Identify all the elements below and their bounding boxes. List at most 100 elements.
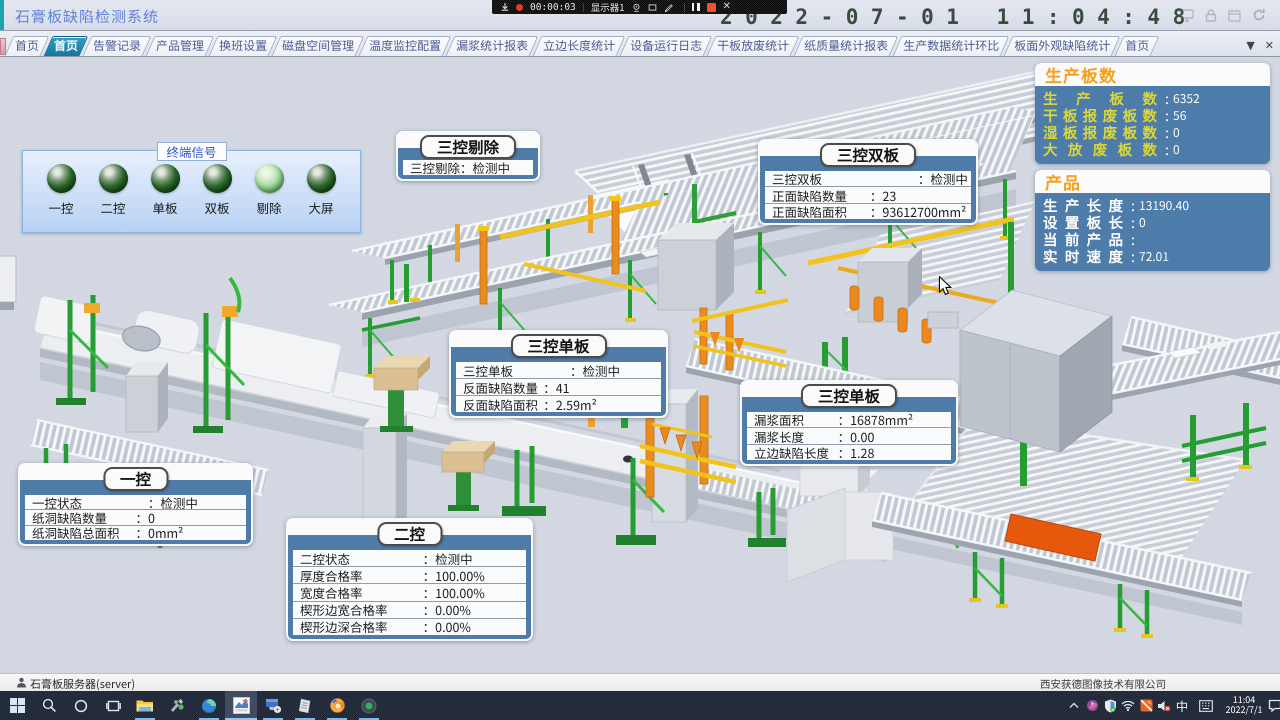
tab-close-icon[interactable]: ✕ (1265, 39, 1274, 52)
row-value: 检测中 (930, 171, 968, 187)
tray-volume[interactable] (1154, 691, 1174, 720)
remote-pc-app-button[interactable] (257, 691, 289, 720)
stats-row: 大放废板数:0 (1043, 141, 1262, 158)
row-label: 宽度合格率 (300, 584, 423, 601)
tray-touch-keyboard[interactable] (1196, 691, 1216, 720)
row-colon: ： (870, 204, 883, 219)
signal-剔除: 剔除 (243, 164, 295, 217)
tab-9[interactable]: 立边长度统计 (537, 36, 621, 56)
signal-orb (307, 164, 336, 193)
row-value: 93612700mm² (882, 204, 966, 219)
recorder-pin-icon[interactable] (501, 3, 509, 11)
row-label: 正面缺陷面积 (772, 204, 870, 219)
row-colon: ： (136, 526, 149, 540)
recorder-pen-icon[interactable] (664, 3, 673, 12)
notepad-app-button[interactable] (289, 691, 321, 720)
tray-color-app[interactable] (1082, 691, 1102, 720)
panel-title: 三控单板 (801, 384, 897, 408)
signal-一控: 一控 (35, 164, 87, 217)
tab-4[interactable]: 产品管理 (150, 36, 210, 56)
tray-expand-chevron[interactable] (1064, 691, 1084, 720)
company-label: 西安获德图像技术有限公司 (1040, 677, 1166, 692)
main-3d-view[interactable]: 终端信号 一控二控单板双板剔除大屏 三控剔除三控剔除：检测中 三控双板三控双板：… (0, 57, 1280, 673)
tool-app-icon (169, 698, 185, 713)
recorder-app-button[interactable] (353, 691, 385, 720)
edge-browser-button[interactable] (193, 691, 225, 720)
recorder-monitor-label[interactable]: 显示器1 (591, 0, 625, 14)
task-view-button[interactable] (97, 691, 129, 720)
tab-1[interactable]: 首页 (9, 36, 45, 56)
tray-network[interactable] (1118, 691, 1138, 720)
tab-2[interactable]: 首页 (48, 36, 84, 56)
cortana-icon (74, 699, 88, 713)
tab-list-dropdown-icon[interactable]: ▼ (1246, 39, 1254, 52)
signal-orb (203, 164, 232, 193)
pinned-app-tool-button[interactable] (161, 691, 193, 720)
row-colon: ： (838, 445, 851, 460)
calendar-icon[interactable] (1228, 9, 1241, 22)
row-label: 纸洞缺陷总面积 (32, 526, 136, 540)
row-value: 100.00% (435, 584, 485, 601)
panel-rows: 三控剔除：检测中 (403, 160, 533, 175)
tab-8[interactable]: 漏浆统计报表 (450, 36, 534, 56)
panel-row: 宽度合格率：100.00% (293, 584, 526, 601)
row-colon: ： (423, 550, 436, 567)
tab-10[interactable]: 设备运行日志 (624, 36, 708, 56)
active-app-button[interactable] (225, 691, 257, 720)
tab-13[interactable]: 生产数据统计环比 (897, 36, 1005, 56)
monitor-icon[interactable] (1180, 9, 1194, 22)
recorder-webcam-icon[interactable] (632, 3, 641, 12)
panel-row: 三控剔除：检测中 (403, 160, 533, 175)
panel-title: 三控双板 (820, 143, 916, 167)
windows-taskbar: 中 11:04 2022/7/1 (0, 691, 1280, 720)
row-colon: ： (460, 160, 473, 175)
start-button[interactable] (1, 691, 33, 720)
signal-单板: 单板 (139, 164, 191, 217)
recorder-stop-button[interactable] (707, 3, 716, 12)
recorder-close-button[interactable]: ✕ (723, 2, 731, 12)
panel-yikong: 一控一控状态：检测中纸洞缺陷数量：0纸洞缺陷总面积：0mm² (18, 463, 253, 546)
tray-screenrec[interactable] (1136, 691, 1156, 720)
row-colon: ： (423, 567, 436, 584)
cortana-button[interactable] (65, 691, 97, 720)
stats-rows: 生产长度:13190.40设置板长:0当前产品:实时速度:72.01 (1035, 193, 1270, 271)
tab-15[interactable]: 首页 (1119, 36, 1155, 56)
tab-7[interactable]: 温度监控配置 (363, 36, 447, 56)
terminal-signal-panel: 终端信号 一控二控单板双板剔除大屏 (22, 150, 361, 233)
action-center-button[interactable] (1258, 691, 1280, 720)
lock-icon[interactable] (1205, 9, 1217, 22)
tab-11[interactable]: 干板放废统计 (711, 36, 795, 56)
panel-erkong: 二控二控状态：检测中厚度合格率：100.00%宽度合格率：100.00%楔形边宽… (286, 518, 533, 641)
row-label: 三控单板 (463, 362, 570, 379)
tab-6[interactable]: 磁盘空间管理 (276, 36, 360, 56)
tab-14[interactable]: 板面外观缺陷统计 (1008, 36, 1116, 56)
row-colon: ： (918, 171, 931, 187)
tray-ime[interactable]: 中 (1172, 691, 1192, 720)
panel-row: 正面缺陷面积：93612700mm² (765, 204, 971, 219)
panel-row: 厚度合格率：100.00% (293, 567, 526, 584)
taskbar-search-button[interactable] (33, 691, 65, 720)
tray-antivirus[interactable] (1100, 691, 1120, 720)
row-value: 检测中 (473, 160, 511, 175)
panel-title: 一控 (103, 467, 168, 491)
row-value: 23 (882, 187, 896, 203)
row-colon: ： (838, 412, 851, 428)
panel-rows: 漏浆面积：16878mm²漏浆长度：0.00立边缺陷长度：1.28 (747, 412, 951, 460)
tab-5[interactable]: 换班设置 (213, 36, 273, 56)
row-colon: ： (838, 428, 851, 444)
refresh-icon[interactable] (1252, 8, 1266, 22)
panel-sankong-shuangban: 三控双板三控双板：检测中正面缺陷数量：23正面缺陷面积：93612700mm² (758, 139, 978, 225)
recorder-region-icon[interactable] (648, 3, 657, 12)
file-explorer-icon (136, 698, 154, 713)
electrical-cabinet-1 (658, 223, 734, 310)
panel-rows: 三控单板：检测中反面缺陷数量：41反面缺陷面积：2.59m² (456, 362, 661, 412)
lcd-datetime: 2022-07-01 11:04:48 (720, 7, 1198, 28)
row-value: 6352 (1173, 90, 1200, 107)
row-value: 检测中 (582, 362, 620, 379)
recorder-pause-button[interactable] (692, 3, 700, 11)
tab-3[interactable]: 告警记录 (87, 36, 147, 56)
browser-app-button[interactable] (321, 691, 353, 720)
panel-board-count: 生产板数生产板数:6352干板报废板数:56湿板报废板数:0大放废板数:0 (1035, 63, 1270, 164)
tab-12[interactable]: 纸质量统计报表 (798, 36, 894, 56)
file-explorer-button[interactable] (129, 691, 161, 720)
